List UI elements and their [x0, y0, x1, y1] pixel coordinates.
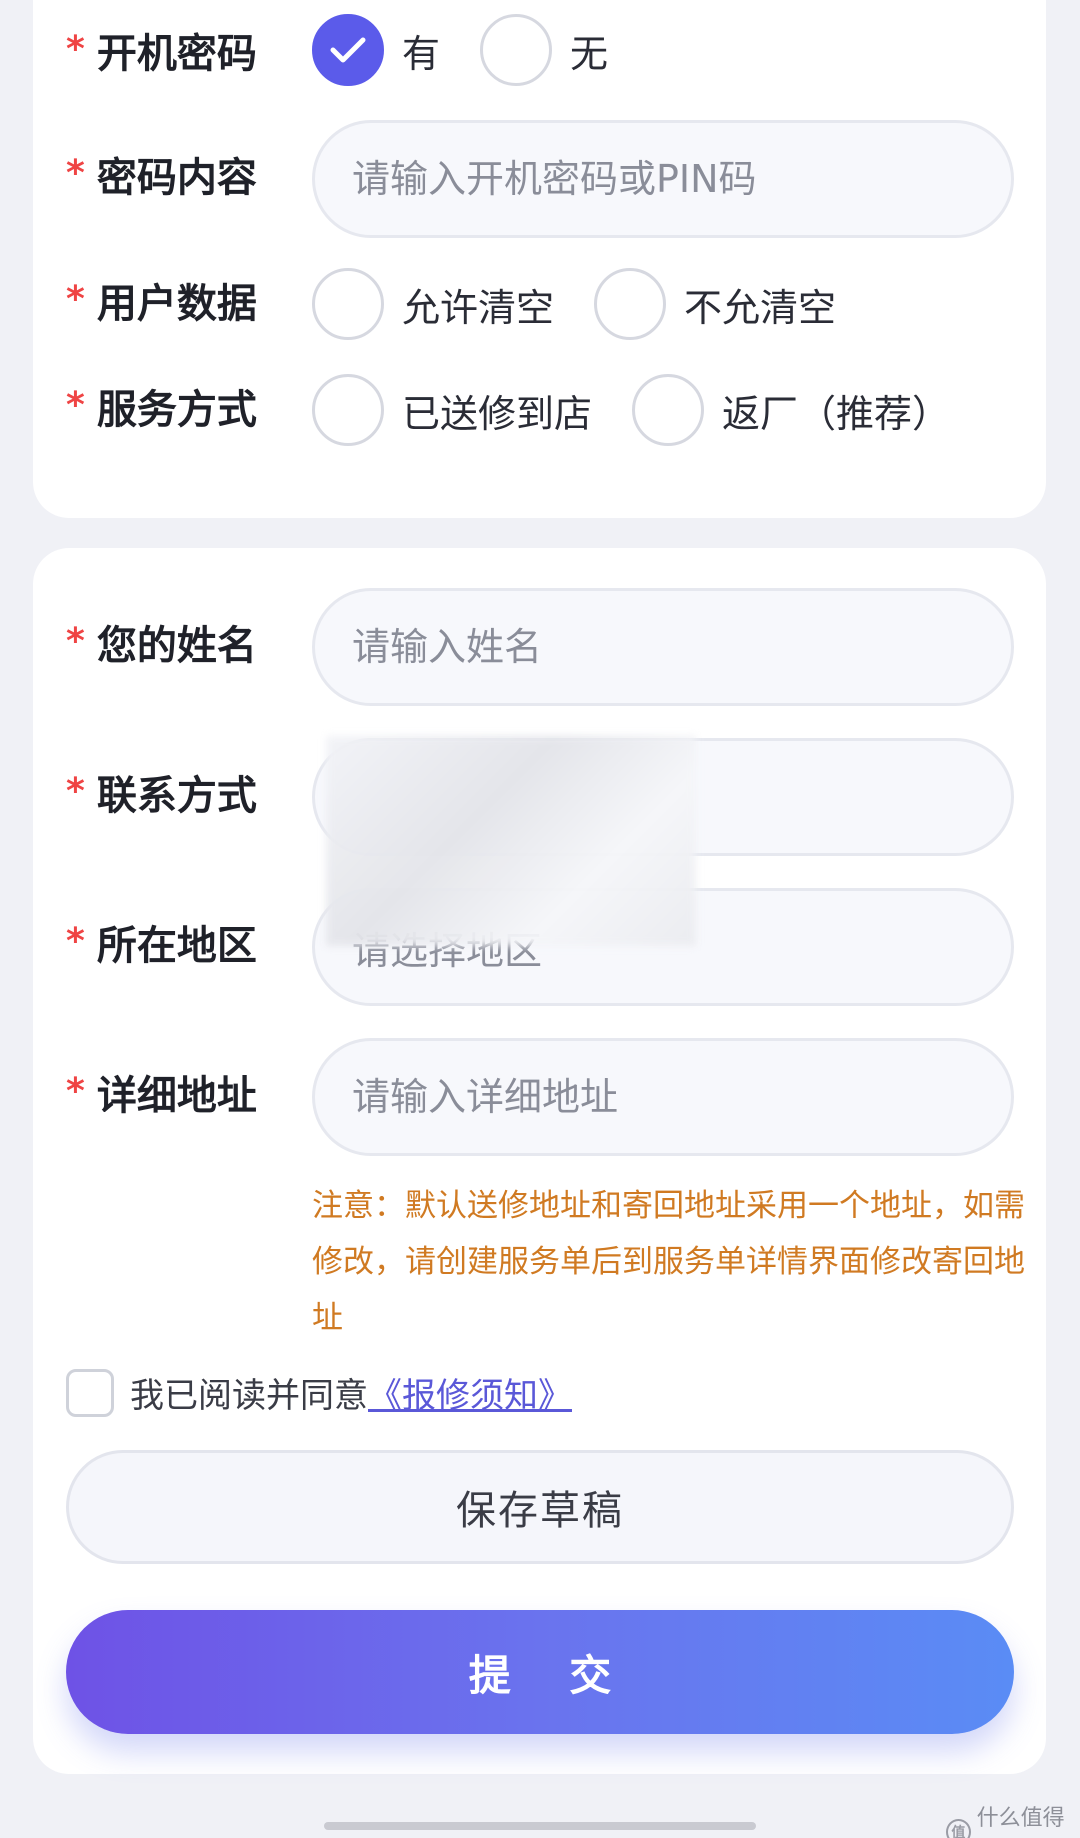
agreement-text: 我已阅读并同意: [130, 1376, 368, 1416]
required-mark: *: [66, 921, 85, 962]
radio-user-data-no-clear[interactable]: 不允清空: [594, 268, 836, 340]
region-label: * 所在地区: [66, 921, 257, 969]
required-mark: *: [66, 621, 85, 662]
watermark-text: 什么值得买: [976, 1806, 1065, 1831]
radio-boot-password-no[interactable]: 无: [480, 14, 608, 86]
name-input[interactable]: [352, 625, 1011, 669]
redacted-mosaic: [326, 736, 696, 946]
radio-label-return-factory: 返厂（推荐）: [722, 391, 951, 436]
repair-form-page: *开机密码 有 无 *密码内容 *用户数据: [0, 0, 1080, 1838]
required-mark: *: [66, 771, 85, 812]
user-data-radio-group: 允许清空 不允清空: [312, 268, 876, 340]
site-watermark: 值 什么值得买: [946, 1800, 1080, 1838]
required-mark: *: [66, 29, 85, 70]
boot-password-radio-group: 有 无: [312, 14, 648, 86]
device-info-card: *开机密码 有 无 *密码内容 *用户数据: [33, 0, 1046, 518]
required-mark: *: [66, 385, 85, 426]
radio-label-yes: 有: [402, 31, 441, 76]
radio-circle[interactable]: [594, 268, 667, 340]
contact-label: * 联系方式: [66, 771, 257, 819]
name-field[interactable]: [312, 588, 1014, 706]
radio-service-in-store[interactable]: 已送修到店: [312, 374, 592, 446]
required-mark: *: [66, 1071, 85, 1112]
service-mode-label: * 服务方式: [66, 385, 257, 433]
radio-user-data-allow-clear[interactable]: 允许清空: [312, 268, 554, 340]
address-field[interactable]: [312, 1038, 1014, 1156]
home-indicator[interactable]: [324, 1822, 756, 1830]
radio-boot-password-yes[interactable]: 有: [312, 14, 440, 86]
user-data-label: * 用户数据: [66, 279, 257, 327]
password-content-label: * 密码内容: [66, 153, 257, 201]
service-mode-radio-group: 已送修到店 返厂（推荐）: [312, 374, 990, 446]
radio-label-allow-clear: 允许清空: [402, 285, 555, 330]
save-draft-button[interactable]: 保存草稿: [66, 1450, 1014, 1564]
contact-info-card: *您的姓名 *联系方式 *所在地区 请选择地区 *详细地址 注意：默认送修地址和…: [33, 548, 1046, 1774]
radio-label-in-store: 已送修到店: [402, 391, 593, 436]
radio-checked-circle[interactable]: [312, 14, 384, 86]
address-input[interactable]: [352, 1075, 1011, 1119]
boot-password-label: * 开机密码: [66, 29, 257, 77]
password-content-field[interactable]: [312, 120, 1014, 238]
watermark-logo-icon: 值: [946, 1819, 971, 1838]
required-mark: *: [66, 153, 85, 194]
address-label: * 详细地址: [66, 1071, 257, 1119]
password-content-input[interactable]: [352, 157, 1011, 201]
required-mark: *: [66, 279, 85, 320]
submit-button[interactable]: 提 交: [66, 1610, 1014, 1734]
radio-circle[interactable]: [312, 268, 384, 340]
radio-circle[interactable]: [312, 374, 384, 446]
agreement-row: 我已阅读并同意 《报修须知》: [66, 1368, 572, 1417]
address-notice: 注意：默认送修地址和寄回地址采用一个地址，如需修改，请创建服务单后到服务单详情界…: [312, 1188, 1025, 1336]
check-icon: [330, 37, 366, 63]
radio-circle[interactable]: [632, 374, 705, 446]
radio-service-return-factory[interactable]: 返厂（推荐）: [632, 374, 950, 446]
radio-circle[interactable]: [480, 14, 553, 86]
radio-label-no-clear: 不允清空: [684, 285, 837, 330]
name-label: * 您的姓名: [66, 621, 257, 669]
radio-label-no: 无: [570, 31, 609, 76]
agreement-checkbox[interactable]: [66, 1368, 114, 1417]
repair-notice-link[interactable]: 《报修须知》: [368, 1368, 572, 1417]
